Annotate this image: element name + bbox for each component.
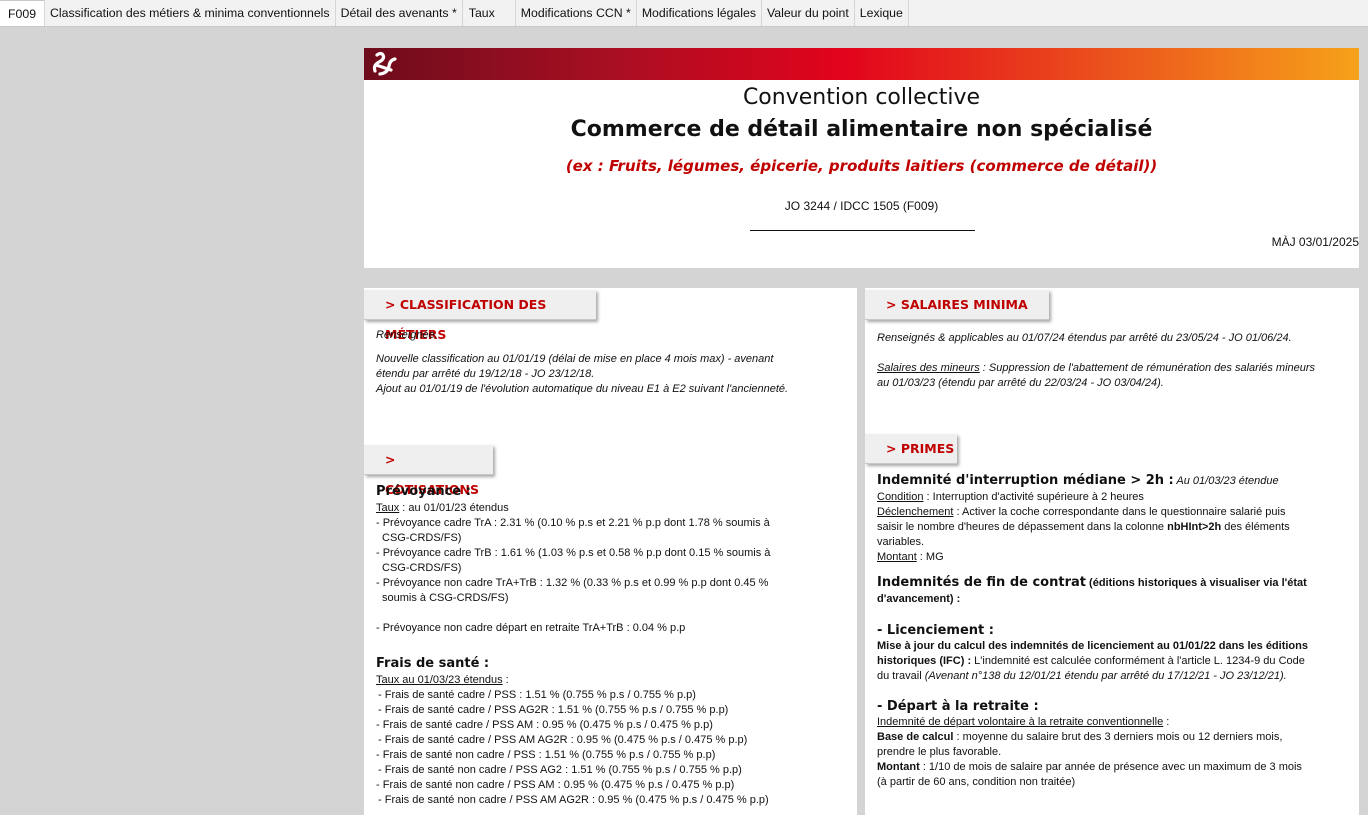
frais-sante-block: Frais de santé : Taux au 01/03/23 étendu…: [376, 655, 851, 808]
salaires-section-header: > SALAIRES MINIMA: [865, 290, 1049, 320]
salaires-mineurs-date: au 01/03/23 (étendu par arrêté du 22/03/…: [877, 377, 1164, 389]
list-item: - Frais de santé non cadre / PSS AM AG2R…: [378, 794, 769, 806]
salaires-text: Renseignés & applicables au 01/07/24 éte…: [877, 331, 1355, 391]
salaires-mineurs-label: Salaires des mineurs: [877, 362, 980, 374]
condition-label: Condition: [877, 491, 924, 503]
ifc-note: (éditions historiques à visualiser via l…: [1085, 577, 1307, 589]
tab-f009[interactable]: F009: [0, 0, 46, 26]
classification-new-line1: Nouvelle classification au 01/01/19 (dél…: [376, 353, 774, 365]
licenciement-maj-line2: historiques (IFC) :: [877, 655, 972, 667]
declenchement-text: : Activer la coche correspondante dans l…: [953, 506, 1286, 518]
cotisations-section-header: > COTISATIONS: [364, 445, 493, 497]
ifc-title: Indemnités de fin de contrat: [877, 575, 1086, 590]
retraite-indemnite-label: Indemnité de départ volontaire à la retr…: [877, 716, 1164, 728]
prevoyance-cadre-trb-cont: CSG-CRDS/FS): [382, 562, 462, 574]
classification-status: Renseignée.: [376, 329, 438, 341]
licenciement-article: L'indemnité est calculée conformément à …: [971, 655, 1305, 667]
retraite-montant-text: : 1/10 de mois de salaire par année de p…: [919, 761, 1302, 773]
list-item: - Frais de santé non cadre / PSS AG2 : 1…: [378, 764, 742, 776]
prevoyance-block: Prévoyance : Taux : au 01/01/23 étendus …: [376, 483, 851, 636]
left-panel: > CLASSIFICATION DES MÉTIERS Renseignée.…: [364, 288, 857, 815]
primes-section-header: > PRIMES: [865, 434, 957, 464]
header-divider: [750, 230, 975, 231]
imh-date: Au 01/03/23 étendue: [1173, 475, 1279, 487]
tab-modifications-legales[interactable]: Modifications légales: [637, 0, 762, 26]
frais-sante-taux-label: Taux au 01/03/23 étendus: [376, 674, 503, 686]
list-item: - Frais de santé non cadre / PSS : 1.51 …: [376, 749, 716, 761]
licenciement-title: - Licenciement :: [877, 623, 994, 638]
retraite-montant-label: Montant: [877, 761, 920, 773]
condition-text: : Interruption d'activité supérieure à 2…: [923, 491, 1144, 503]
list-item: - Frais de santé non cadre / PSS AM : 0.…: [376, 779, 735, 791]
list-item: - Frais de santé cadre / PSS AM : 0.95 %…: [376, 719, 713, 731]
classification-new-line2: étendu par arrêté du 19/12/18 - JO 23/12…: [376, 368, 595, 380]
header-gradient-banner: [364, 48, 1359, 80]
base-calcul-text: : moyenne du salaire brut des 3 derniers…: [953, 731, 1283, 743]
list-item: - Frais de santé cadre / PSS AM AG2R : 0…: [378, 734, 748, 746]
retraite-indemnite-colon: :: [1163, 716, 1170, 728]
list-item: - Frais de santé cadre / PSS AG2R : 1.51…: [378, 704, 729, 716]
tab-valeur-point[interactable]: Valeur du point: [762, 0, 855, 26]
salaires-applicables: Renseignés & applicables au 01/07/24 éte…: [877, 332, 1292, 344]
prevoyance-taux-label: Taux: [376, 502, 400, 514]
list-item: - Frais de santé cadre / PSS : 1.51 % (0…: [378, 689, 696, 701]
tab-lexique[interactable]: Lexique: [855, 0, 909, 26]
prevoyance-taux-date: : au 01/01/23 étendus: [399, 502, 509, 514]
ifc-note-cont: d'avancement) :: [877, 593, 961, 605]
prevoyance-cadre-trb: - Prévoyance cadre TrB : 1.61 % (1.03 % …: [376, 547, 771, 559]
retraite-montant-text-2: (à partir de 60 ans, condition non trait…: [877, 776, 1076, 788]
frais-sante-taux-colon: :: [502, 674, 509, 686]
prevoyance-cadre-tra-cont: CSG-CRDS/FS): [382, 532, 462, 544]
tab-taux[interactable]: Taux: [463, 0, 516, 26]
base-calcul-text-2: prendre le plus favorable.: [877, 746, 1002, 758]
declenchement-text-2: saisir le nombre d'heures de dépassement…: [877, 521, 1168, 533]
frais-sante-title: Frais de santé :: [376, 656, 490, 671]
prevoyance-cadre-tra: - Prévoyance cadre TrA : 2.31 % (0.10 % …: [376, 517, 770, 529]
declenchement-text-3: des éléments: [1221, 521, 1290, 533]
tab-classification[interactable]: Classification des métiers & minima conv…: [45, 0, 336, 26]
convention-subtitle: (ex : Fruits, légumes, épicerie, produit…: [565, 157, 1158, 175]
tab-modifications-ccn[interactable]: Modifications CCN *: [516, 0, 637, 26]
retraite-title: - Départ à la retraite :: [877, 699, 1039, 714]
salaires-mineurs-text: : Suppression de l'abattement de rémunér…: [979, 362, 1316, 374]
imh-title: Indemnité d'interruption médiane > 2h :: [877, 473, 1174, 488]
prevoyance-title: Prévoyance :: [376, 484, 471, 499]
convention-name: Commerce de détail alimentaire non spéci…: [570, 117, 1153, 142]
nbhint-column-name: nbHInt>2h: [1167, 521, 1222, 533]
declenchement-label: Déclenchement: [877, 506, 954, 518]
declenchement-text-4: variables.: [877, 536, 925, 548]
montant-text: : MG: [916, 551, 944, 563]
montant-label: Montant: [877, 551, 917, 563]
primes-block: Indemnité d'interruption médiane > 2h : …: [877, 472, 1357, 790]
update-date: MÀJ 03/01/2025: [1271, 235, 1359, 249]
prevoyance-retraite: - Prévoyance non cadre départ en retrait…: [376, 622, 686, 634]
header-title: Convention collective: [742, 85, 981, 110]
brand-logo-icon: [372, 51, 397, 76]
jo-idcc-reference: JO 3244 / IDCC 1505 (F009): [784, 199, 939, 213]
convention-header: Convention collective Commerce de détail…: [364, 48, 1359, 268]
classification-ajout: Ajout au 01/01/19 de l'évolution automat…: [376, 383, 789, 395]
licenciement-code: du travail: [877, 670, 925, 682]
tab-detail-avenants[interactable]: Détail des avenants *: [336, 0, 463, 26]
prevoyance-non-cadre: - Prévoyance non cadre TrA+TrB : 1.32 % …: [376, 577, 769, 589]
prevoyance-non-cadre-cont: soumis à CSG-CRDS/FS): [382, 592, 509, 604]
classification-section-header: > CLASSIFICATION DES MÉTIERS: [364, 290, 596, 342]
licenciement-maj-line1: Mise à jour du calcul des indemnités de …: [877, 640, 1308, 652]
licenciement-avenant: (Avenant n°138 du 12/01/21 étendu par ar…: [924, 670, 1287, 682]
base-calcul-label: Base de calcul: [877, 731, 954, 743]
right-panel: > SALAIRES MINIMA Renseignés & applicabl…: [865, 288, 1359, 815]
sheet-tab-bar: F009 Classification des métiers & minima…: [0, 0, 1368, 27]
classification-text: Renseignée. Nouvelle classification au 0…: [376, 328, 851, 397]
